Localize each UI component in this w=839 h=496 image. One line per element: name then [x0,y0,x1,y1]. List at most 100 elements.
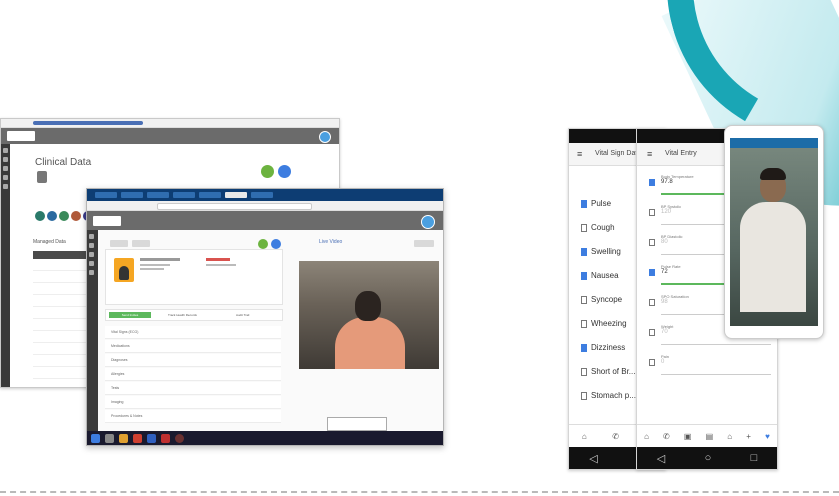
record-list-item[interactable]: Allergies [105,368,281,381]
sidebar-icon[interactable] [89,243,94,248]
video-icon[interactable]: ▣ [684,432,692,441]
video-person-body [335,317,405,369]
back-nav-icon[interactable]: ◁ [657,452,665,465]
menu-icon[interactable]: ≡ [647,143,652,165]
end-call-button[interactable] [414,240,434,247]
vital-field[interactable]: Pain 0 [637,350,777,380]
sidebar-icon[interactable] [89,261,94,266]
checkbox[interactable] [649,359,655,366]
patient-card [105,249,283,305]
checkbox[interactable] [581,320,587,328]
url-bar[interactable] [33,121,143,125]
status-circle-green[interactable] [258,239,268,249]
notification-popup[interactable] [327,417,387,431]
status-circle-green[interactable] [261,165,274,178]
record-icon[interactable] [175,433,184,443]
phone-title: Vital Entry [665,150,697,157]
back-nav-icon[interactable]: ◁ [589,452,597,465]
video-person-body [740,202,806,312]
sidebar-icon[interactable] [3,157,8,162]
symptom-label: Cough [591,223,615,232]
user-avatar[interactable] [421,215,435,229]
input-underline [661,374,771,375]
phone-icon[interactable]: ✆ [663,432,670,441]
checkbox[interactable] [581,200,587,208]
action-circle[interactable] [35,211,45,221]
browser-tab[interactable] [121,192,143,198]
taskbar-icon[interactable] [147,433,156,443]
home-icon[interactable]: ⌂ [582,432,587,441]
browser-tab[interactable] [251,192,273,198]
add-icon[interactable]: + [746,432,751,441]
android-nav-bar: ◁ ○ □ [637,447,777,469]
browser-icon[interactable] [133,433,142,443]
folder-icon[interactable] [119,433,128,443]
calendar-icon[interactable]: ▤ [706,432,714,441]
checkbox[interactable] [581,368,587,376]
desktop-window-front: Live Video Send Invites Track Health Rec… [86,188,444,446]
video-call-screen[interactable] [730,138,818,326]
taskbar-icon[interactable] [105,433,114,443]
record-list-item[interactable]: Medications [105,340,281,353]
checkbox[interactable] [649,329,655,336]
checkbox[interactable] [581,272,587,280]
status-circle-blue[interactable] [278,165,291,178]
back-button[interactable] [110,240,128,247]
user-avatar[interactable] [319,131,331,143]
vital-value[interactable]: 0 [661,359,777,365]
record-list-item[interactable]: Procedures & Notes [105,410,281,423]
sidebar-icon[interactable] [89,234,94,239]
checkbox[interactable] [581,392,587,400]
checkbox[interactable] [649,299,655,306]
sidebar-icon[interactable] [3,148,8,153]
action-button[interactable] [132,240,150,247]
checkbox[interactable] [649,269,655,276]
phone-icon[interactable]: ✆ [612,432,619,441]
checkbox[interactable] [649,239,655,246]
symptom-label: Pulse [591,199,612,208]
browser-tab[interactable] [199,192,221,198]
checkbox[interactable] [649,209,655,216]
sidebar-icon[interactable] [3,184,8,189]
home-nav-icon[interactable]: ○ [705,452,712,464]
tab-track-records[interactable]: Track Health Records [168,313,197,317]
record-list-item[interactable]: Imaging [105,396,281,409]
symptom-label: Stomach p... [591,391,636,400]
checkbox[interactable] [581,248,587,256]
address-input[interactable] [157,203,312,210]
home-icon[interactable]: ⌂ [644,432,649,441]
sidebar-icon[interactable] [3,166,8,171]
checkbox[interactable] [649,179,655,186]
checkbox[interactable] [581,344,587,352]
status-circle-blue[interactable] [271,239,281,249]
record-list-item[interactable]: Diagnoses [105,354,281,367]
hospital-icon[interactable]: ⌂ [727,432,732,441]
recents-nav-icon[interactable]: □ [751,452,758,464]
app-header [87,211,443,231]
action-circle[interactable] [59,211,69,221]
action-circle[interactable] [47,211,57,221]
sidebar-icon[interactable] [89,270,94,275]
sidebar-icon[interactable] [89,252,94,257]
heart-icon[interactable]: ♥ [765,432,770,441]
action-circle[interactable] [71,211,81,221]
checkbox[interactable] [581,224,587,232]
browser-tab[interactable] [147,192,169,198]
record-list-item[interactable]: Tests [105,382,281,395]
menu-icon[interactable]: ≡ [577,143,582,165]
address-bar [87,201,443,211]
browser-tab[interactable] [173,192,195,198]
os-taskbar [87,431,443,445]
record-list-item[interactable]: Vital Signs (ECG) [105,326,281,339]
sidebar-icon[interactable] [3,175,8,180]
taskbar-icon[interactable] [161,433,170,443]
tab-audit-trail[interactable]: Audit Trail [236,313,249,317]
checkbox[interactable] [581,296,587,304]
video-feed[interactable] [299,261,439,369]
start-icon[interactable] [91,433,100,443]
input-underline [661,344,771,345]
browser-tab[interactable] [95,192,117,198]
browser-tab-active[interactable] [225,192,247,198]
send-invites-button[interactable]: Send Invites [109,312,151,318]
symptom-label: Swelling [591,247,621,256]
